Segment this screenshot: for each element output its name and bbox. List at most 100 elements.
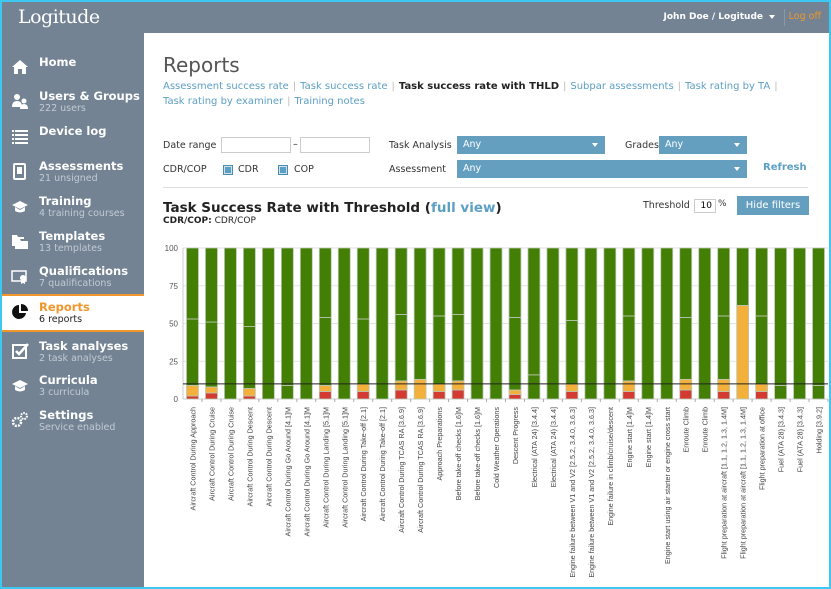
refresh-link[interactable]: Refresh [763,162,807,173]
bar-segment-passed [261,247,275,400]
tab-separator: | [563,81,567,92]
x-tick-label: Aircraft Control During Go Around [4.1]M [283,407,292,536]
date-to-input[interactable] [300,137,370,153]
bar-segment-failed [318,391,332,400]
graduation-cap-icon [11,376,31,396]
bar-segment-failed [622,391,636,400]
bar-segment-below-threshold [736,304,750,400]
grades-select[interactable]: Any [659,136,747,154]
bar-segment-passed-marked- [186,318,199,386]
x-tick-label: Fuel (ATA 28) [3.4.3] [796,407,805,472]
threshold-unit: % [718,199,727,209]
tab-task-success-rate[interactable]: Task success rate [300,81,387,92]
sidebar: Home Users & Groups 222 users Device log Ass… [2,33,144,587]
threshold-input[interactable]: 10 [694,199,716,213]
bar-segment-failed [679,389,693,400]
chevron-down-icon [734,167,740,171]
hide-filters-button[interactable]: Hide filters [737,196,809,215]
caret-down-icon [769,14,775,19]
bar-segment-passed [679,247,693,318]
sidebar-item-task-analyses[interactable]: Task analyses 2 task analyses [2,335,144,371]
sidebar-item-count: 222 users [39,103,86,114]
sidebar-item-device-log[interactable]: Device log [2,120,144,156]
tab-assessment-success-rate[interactable]: Assessment success rate [163,81,289,92]
sidebar-item-assessments[interactable]: Assessments 21 unsigned [2,155,144,191]
sidebar-item-settings[interactable]: Settings Service enabled [2,404,144,440]
x-tick-label: Aircraft Control During Cruise [207,407,216,501]
sidebar-item-users-groups[interactable]: Users & Groups 222 users [2,85,144,121]
report-subtitle: CDR/COP: CDR/COP [163,216,256,226]
cop-checkbox[interactable] [278,165,288,175]
x-tick-label: Enroute Climb [701,407,710,453]
bar-segment-failed [243,395,256,400]
tab-subpar-assessments[interactable]: Subpar assessments [570,81,673,92]
bar-segment-passed-marked- [717,315,731,380]
cdr-checkbox[interactable] [223,165,233,175]
bar-segment-passed [508,247,522,318]
sidebar-item-label: Task analyses [39,339,129,353]
date-separator: – [293,139,298,150]
sidebar-item-qualifications[interactable]: Qualifications 7 qualifications [2,260,144,296]
sidebar-item-label: Device log [39,124,107,138]
sidebar-item-count: 6 reports [39,314,83,325]
divider [784,9,785,26]
full-view-link[interactable]: full view [431,200,496,216]
bar-segment-below-threshold [622,380,636,392]
x-tick-label: Holding [3.9.2] [815,407,824,453]
x-tick-label: Engine start [1.4]M [644,407,653,467]
y-tick-label: 0 [174,395,179,404]
bar-segment-passed [243,247,256,327]
bar-segment-passed-marked- [755,315,768,385]
x-tick-label: Engine failure in climb/cruise/descent [606,407,615,526]
bar-segment-below-threshold [432,383,446,392]
tab-training-notes[interactable]: Training notes [295,96,365,107]
bar-segment-failed [451,389,465,400]
bar-segment-passed-marked- [394,314,408,382]
sidebar-item-home[interactable]: Home [2,51,144,87]
bar-segment-passed-marked- [280,385,294,400]
pie-chart-icon [11,303,31,323]
sidebar-item-label: Home [39,55,77,69]
report-title: Task Success Rate with Threshold (full v… [163,200,502,216]
tab-task-success-rate-with-thld[interactable]: Task success rate with THLD [399,81,559,92]
sidebar-item-count: 21 unsigned [39,173,98,184]
logo[interactable]: Logitude [18,6,100,28]
assessment-select[interactable]: Any [457,160,747,178]
checkbox-icon [11,342,31,362]
tab-separator: | [677,81,682,92]
clipboard-icon [11,162,31,182]
date-range-label: Date range [163,140,217,151]
logoff-link[interactable]: Log off [789,11,821,22]
user-name: John Doe / Logitude [663,12,764,22]
x-tick-label: Aircraft Control During Landing [5.1]M [340,407,349,528]
task-analysis-select[interactable]: Any [457,136,605,154]
bar-segment-passed [224,247,237,400]
subtitle-label: CDR/COP: [163,216,212,226]
sidebar-item-training[interactable]: Training 4 training courses [2,190,144,226]
bar-segment-below-threshold [679,378,693,391]
sidebar-item-label: Users & Groups [39,89,140,103]
sidebar-item-label: Assessments [39,159,124,173]
chevron-down-icon [592,143,598,147]
user-menu[interactable]: John Doe / Logitude [663,12,775,22]
task-analysis-value: Any [463,139,482,150]
tab-task-rating-by-ta[interactable]: Task rating by TA [685,81,770,92]
bar-segment-passed-marked- [565,320,579,385]
bar-segment-failed [432,391,446,400]
divider [163,187,808,188]
tab-separator: | [774,81,778,92]
sidebar-item-curricula[interactable]: Curricula 3 curricula [2,369,144,405]
bar-segment-passed [489,247,503,400]
bar-segment-below-threshold [243,388,256,397]
bar-segment-passed [641,247,655,400]
sidebar-item-reports[interactable]: Reports 6 reports [2,294,144,332]
date-from-input[interactable] [221,137,291,153]
x-tick-label: Aircraft Control During Take-off [2.1] [359,407,368,521]
y-tick-label: 50 [169,320,178,329]
x-tick-label: Aircraft Control During Take-off [2.1] [378,407,387,521]
tab-task-rating-by-examiner[interactable]: Task rating by examiner [163,96,283,107]
x-tick-label: Aircraft Control During Descent [245,407,254,506]
sidebar-item-templates[interactable]: Templates 13 templates [2,225,144,261]
sidebar-item-count: 3 curricula [39,387,90,398]
tab-separator: | [391,81,395,92]
